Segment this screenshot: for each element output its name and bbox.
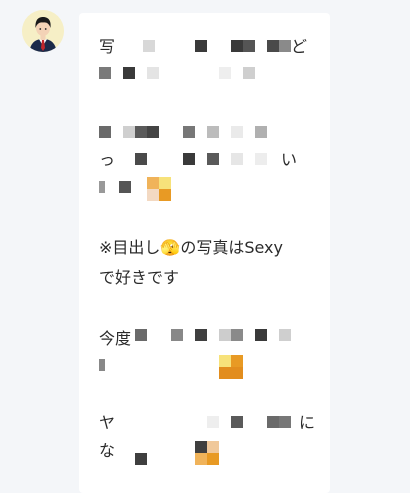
mosaic-cell bbox=[231, 416, 243, 428]
mosaic-paragraph-2: っ い bbox=[99, 123, 314, 213]
mosaic-cell bbox=[231, 329, 243, 341]
mosaic-cell bbox=[99, 67, 111, 79]
mosaic-cell bbox=[255, 126, 267, 138]
mosaic-cell bbox=[195, 441, 207, 453]
mosaic-cell bbox=[135, 453, 147, 465]
text-fragment-do: ど bbox=[291, 37, 308, 56]
mosaic-cell bbox=[219, 67, 231, 79]
mosaic-paragraph-1: 写 ど bbox=[99, 33, 314, 93]
mosaic-cell bbox=[135, 329, 147, 341]
mosaic-cell bbox=[183, 126, 195, 138]
mosaic-cell bbox=[119, 181, 131, 193]
mosaic-cell bbox=[99, 181, 105, 193]
sentence-line-1: ※目出し🫣の写真はSexy bbox=[99, 238, 283, 257]
mosaic-cell bbox=[123, 126, 135, 138]
mosaic-cell bbox=[99, 359, 105, 371]
mosaic-cell bbox=[243, 40, 255, 52]
mosaic-cell bbox=[231, 126, 243, 138]
text-fragment-ni: に bbox=[299, 413, 316, 432]
message-bubble: 写 ど っ い ※目出し🫣の写真はSexy で好きです 今度 ヤ に な bbox=[79, 13, 330, 493]
mosaic-cell bbox=[243, 67, 255, 79]
mosaic-cell bbox=[255, 153, 267, 165]
text-fragment-kondo: 今度 bbox=[99, 329, 132, 348]
mosaic-cell bbox=[135, 153, 147, 165]
emoji-mosaic-cell bbox=[207, 441, 219, 453]
sentence-line-2: で好きです bbox=[99, 268, 180, 287]
emoji-mosaic-cell bbox=[231, 367, 243, 379]
mosaic-cell bbox=[143, 40, 155, 52]
mosaic-paragraph-3: 今度 bbox=[99, 325, 314, 385]
emoji-mosaic-cell bbox=[159, 189, 171, 201]
mosaic-cell bbox=[219, 329, 231, 341]
emoji-mosaic-cell bbox=[195, 453, 207, 465]
mosaic-cell bbox=[279, 329, 291, 341]
text-fragment-i: い bbox=[281, 150, 298, 169]
user-avatar-icon bbox=[22, 10, 64, 52]
text-fragment-sha: 写 bbox=[99, 37, 116, 56]
mosaic-cell bbox=[231, 153, 243, 165]
mosaic-cell bbox=[207, 126, 219, 138]
emoji-mosaic-cell bbox=[207, 453, 219, 465]
emoji-mosaic-cell bbox=[159, 177, 171, 189]
mosaic-cell bbox=[99, 126, 111, 138]
emoji-mosaic-cell bbox=[147, 189, 159, 201]
emoji-mosaic-cell bbox=[219, 367, 231, 379]
mosaic-cell bbox=[123, 67, 135, 79]
avatar[interactable] bbox=[22, 10, 64, 52]
emoji-mosaic-cell bbox=[219, 355, 231, 367]
mosaic-cell bbox=[135, 126, 147, 138]
mosaic-cell bbox=[183, 153, 195, 165]
emoji-mosaic-cell bbox=[147, 177, 159, 189]
mosaic-cell bbox=[195, 329, 207, 341]
mosaic-cell bbox=[147, 126, 159, 138]
mosaic-cell bbox=[231, 40, 243, 52]
mosaic-cell bbox=[171, 329, 183, 341]
mosaic-cell bbox=[279, 416, 291, 428]
emoji-mosaic-cell bbox=[231, 355, 243, 367]
mosaic-cell bbox=[195, 40, 207, 52]
text-fragment-na: な bbox=[99, 441, 116, 460]
mosaic-cell bbox=[147, 67, 159, 79]
text-fragment-tsu: っ bbox=[99, 150, 116, 169]
mosaic-cell bbox=[255, 329, 267, 341]
visible-sentence: ※目出し🫣の写真はSexy で好きです bbox=[99, 233, 283, 293]
mosaic-cell bbox=[267, 40, 279, 52]
mosaic-cell bbox=[207, 153, 219, 165]
mosaic-cell bbox=[279, 40, 291, 52]
mosaic-paragraph-4: ヤ に な bbox=[99, 411, 315, 481]
mosaic-cell bbox=[207, 416, 219, 428]
mosaic-cell bbox=[267, 416, 279, 428]
